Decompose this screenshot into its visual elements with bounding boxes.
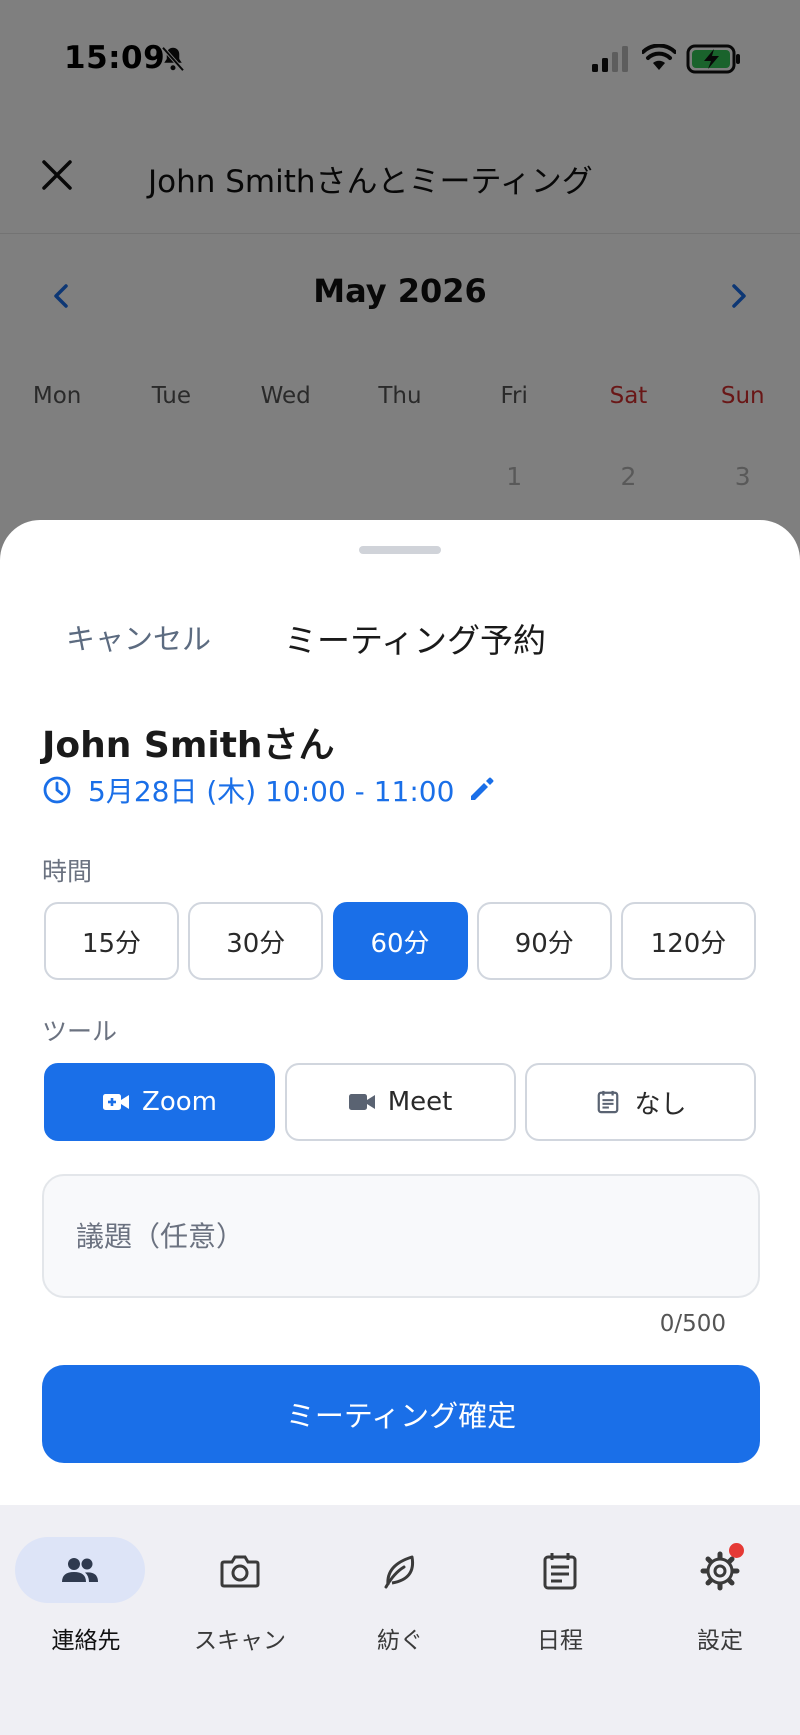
bottom-tab-bar: 連絡先 スキャン 紡ぐ 日程 設定: [0, 1505, 800, 1735]
tab-scan[interactable]: スキャン: [168, 1533, 312, 1673]
calendar-list-icon: [543, 1553, 577, 1590]
agenda-input[interactable]: [42, 1174, 760, 1298]
tab-label: 日程: [537, 1628, 583, 1654]
duration-option-30[interactable]: 30分: [188, 902, 324, 980]
camera-icon: [220, 1555, 260, 1588]
people-icon: [62, 1558, 98, 1582]
tab-settings[interactable]: 設定: [648, 1533, 792, 1673]
tool-option-label: Meet: [387, 1087, 453, 1117]
tool-option-meet[interactable]: Meet: [284, 1063, 516, 1141]
calendar-note-icon: [598, 1090, 619, 1114]
tab-label: 連絡先: [51, 1628, 121, 1654]
duration-section-label: 時間: [42, 857, 93, 886]
duration-option-90[interactable]: 90分: [476, 902, 612, 980]
tab-weave[interactable]: 紡ぐ: [328, 1533, 472, 1673]
sheet-grabber[interactable]: [359, 546, 441, 554]
meeting-datetime: 5月28日 (木) 10:00 - 11:00: [88, 775, 455, 808]
tool-section-label: ツール: [42, 1017, 118, 1046]
video-add-icon: [103, 1094, 130, 1110]
pencil-icon[interactable]: [468, 777, 494, 803]
tab-schedule[interactable]: 日程: [488, 1533, 632, 1673]
notification-badge: [729, 1543, 744, 1558]
tool-option-zoom[interactable]: Zoom: [44, 1063, 275, 1141]
duration-options: 15分 30分 60分 90分 120分: [44, 902, 756, 980]
tool-option-label: なし: [634, 1089, 687, 1120]
sheet-title: ミーティング予約: [284, 621, 547, 660]
duration-option-15[interactable]: 15分: [44, 902, 179, 980]
contact-name: John Smithさん: [42, 725, 335, 766]
datetime-row[interactable]: 5月28日 (木) 10:00 - 11:00: [42, 770, 494, 810]
tool-options: Zoom Meet なし: [44, 1063, 756, 1141]
tab-contacts[interactable]: 連絡先: [14, 1533, 158, 1673]
clock-icon: [43, 776, 71, 804]
agenda-char-count: 0/500: [659, 1311, 726, 1337]
tab-label: スキャン: [194, 1628, 286, 1654]
cancel-button[interactable]: キャンセル: [66, 616, 211, 658]
tool-option-none[interactable]: なし: [525, 1063, 756, 1141]
confirm-meeting-button[interactable]: ミーティング確定: [42, 1365, 760, 1463]
tab-label: 設定: [697, 1628, 743, 1654]
tab-label: 紡ぐ: [377, 1628, 423, 1654]
leaf-icon: [384, 1555, 415, 1589]
duration-option-120[interactable]: 120分: [621, 902, 756, 980]
booking-sheet: キャンセル ミーティング予約 John Smithさん 5月28日 (木) 10…: [0, 520, 800, 1505]
tool-option-label: Zoom: [142, 1087, 217, 1117]
video-camera-icon: [348, 1094, 375, 1110]
duration-option-60[interactable]: 60分: [332, 902, 468, 980]
